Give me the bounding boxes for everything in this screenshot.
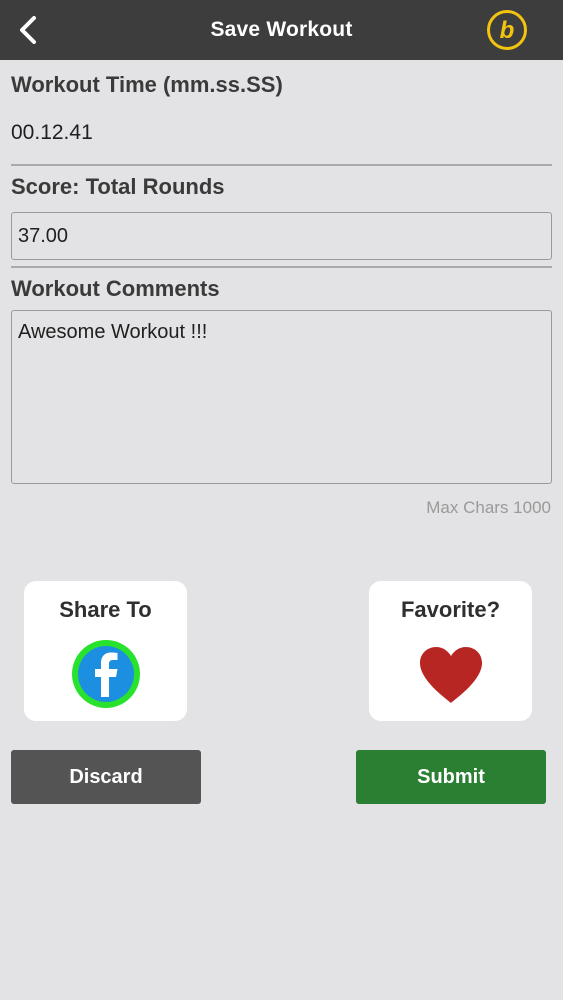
comments-label: Workout Comments <box>11 276 220 301</box>
favorite-card[interactable]: Favorite? <box>369 581 532 721</box>
svg-text:b: b <box>500 17 515 44</box>
max-chars-hint: Max Chars 1000 <box>426 498 551 517</box>
score-label: Score: Total Rounds <box>11 174 225 199</box>
heart-icon[interactable] <box>418 645 484 705</box>
submit-button[interactable]: Submit <box>356 750 546 804</box>
score-input[interactable] <box>11 212 552 260</box>
workout-time-value: 00.12.41 <box>11 121 93 144</box>
facebook-icon[interactable] <box>71 639 141 709</box>
discard-button[interactable]: Discard <box>11 750 201 804</box>
share-card[interactable]: Share To <box>24 581 187 721</box>
favorite-label: Favorite? <box>400 597 501 622</box>
divider <box>11 164 552 166</box>
workout-time-label: Workout Time (mm.ss.SS) <box>11 72 283 97</box>
comments-textarea[interactable]: Awesome Workout !!! <box>11 310 552 484</box>
app-header: Save Workout b <box>0 0 563 60</box>
b-logo-icon[interactable]: b <box>486 9 528 51</box>
share-label: Share To <box>59 597 152 622</box>
divider <box>11 266 552 268</box>
page-title: Save Workout <box>210 18 353 41</box>
